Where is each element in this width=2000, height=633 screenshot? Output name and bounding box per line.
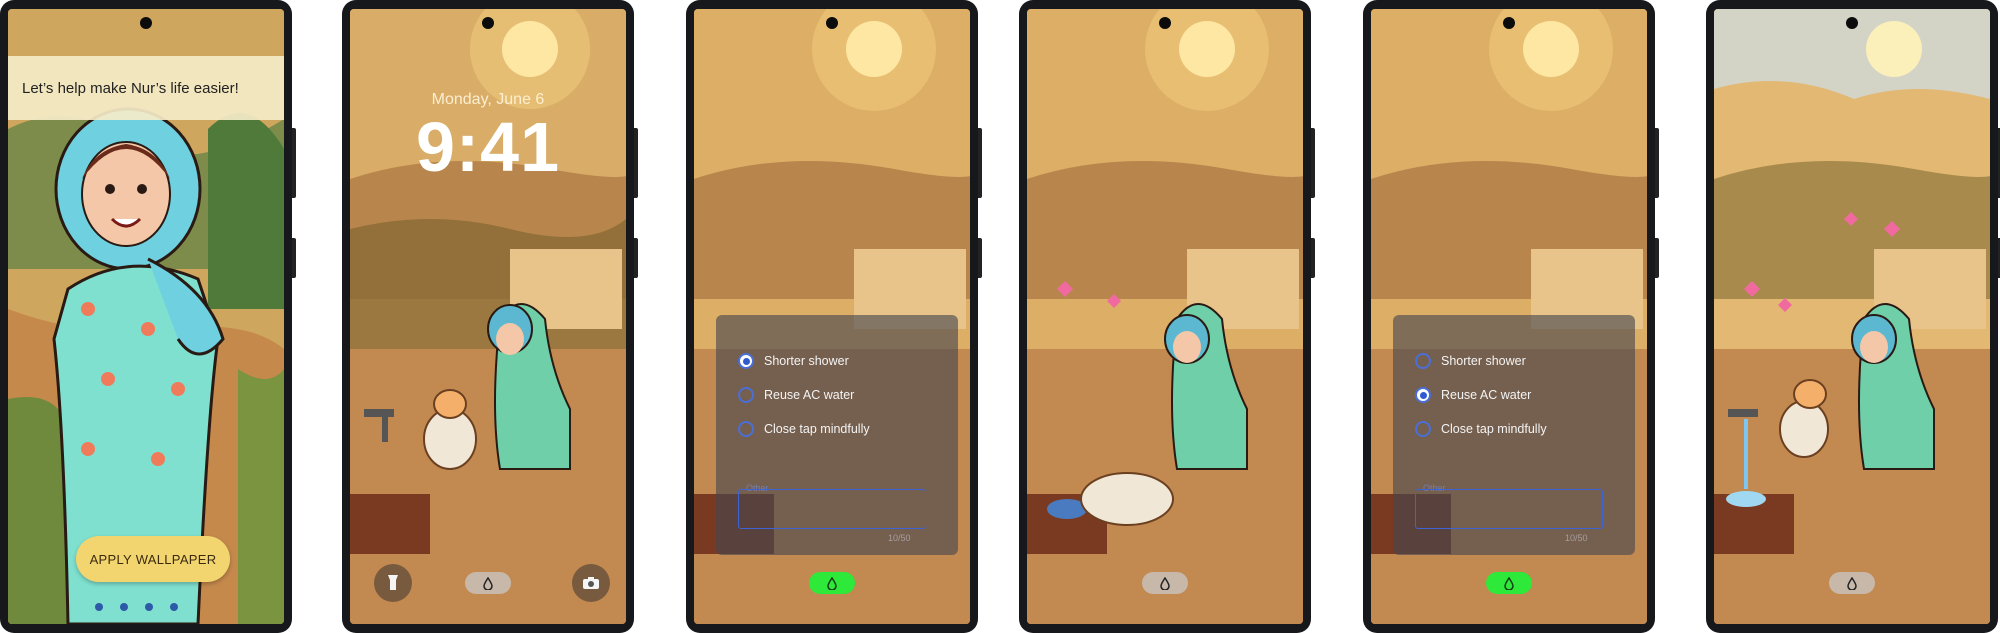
option-label: Reuse AC water: [764, 388, 855, 402]
options-screen: Shorter shower Reuse AC water Close tap …: [1371, 9, 1647, 624]
phone-options-1: Shorter shower Reuse AC water Close tap …: [686, 0, 982, 633]
phone-options-2: Shorter shower Reuse AC water Close tap …: [1363, 0, 1659, 633]
option-reuse-ac-water[interactable]: Reuse AC water: [738, 387, 854, 403]
apply-wallpaper-button[interactable]: APPLY WALLPAPER: [76, 536, 230, 582]
lockscreen-time: 9:41: [415, 108, 561, 186]
page-dot[interactable]: [95, 603, 103, 611]
option-close-tap[interactable]: Close tap mindfully: [1415, 421, 1547, 437]
option-reuse-ac-water[interactable]: Reuse AC water: [1415, 387, 1531, 403]
water-drop-icon: [483, 576, 493, 590]
front-camera: [140, 17, 152, 29]
option-label: Shorter shower: [764, 354, 849, 368]
water-drop-icon: [1847, 576, 1857, 590]
onboarding-banner: Let’s help make Nur’s life easier!: [8, 56, 284, 120]
option-label: Close tap mindfully: [1441, 422, 1547, 436]
water-saving-options-panel: Shorter shower Reuse AC water Close tap …: [716, 315, 958, 555]
radio-button[interactable]: [738, 387, 754, 403]
options-screen: Shorter shower Reuse AC water Close tap …: [694, 9, 970, 624]
water-drop-icon: [1160, 576, 1170, 590]
result-screen: [1027, 9, 1303, 624]
front-camera: [1846, 17, 1858, 29]
water-drop-icon: [1504, 576, 1514, 590]
result-screen: [1714, 9, 1990, 624]
wallpaper-illustration: [1027, 9, 1303, 624]
flashlight-icon[interactable]: [374, 564, 412, 602]
water-drop-shortcut[interactable]: [465, 572, 511, 594]
page-dot[interactable]: [145, 603, 153, 611]
phone-result-2: [1706, 0, 2000, 633]
water-saving-options-panel: Shorter shower Reuse AC water Close tap …: [1393, 315, 1635, 555]
option-label: Reuse AC water: [1441, 388, 1532, 402]
option-close-tap[interactable]: Close tap mindfully: [738, 421, 870, 437]
water-drop-icon: [827, 576, 837, 590]
front-camera: [1503, 17, 1515, 29]
page-dot[interactable]: [170, 603, 178, 611]
page-indicator: [95, 603, 178, 611]
character-counter: 10/50: [1565, 533, 1588, 543]
custom-option-input[interactable]: [1415, 489, 1603, 529]
page-dot[interactable]: [120, 603, 128, 611]
water-drop-shortcut[interactable]: [1829, 572, 1875, 594]
phone-result-1: [1019, 0, 1315, 633]
phone-onboarding: Let’s help make Nur’s life easier! APPLY…: [0, 0, 296, 633]
water-drop-shortcut[interactable]: [1142, 572, 1188, 594]
radio-button[interactable]: [1415, 421, 1431, 437]
water-drop-shortcut-active[interactable]: [1486, 572, 1532, 594]
camera-icon[interactable]: [572, 564, 610, 602]
radio-button[interactable]: [738, 353, 754, 369]
option-shorter-shower[interactable]: Shorter shower: [1415, 353, 1526, 369]
custom-option-input[interactable]: [738, 489, 926, 529]
water-drop-shortcut-active[interactable]: [809, 572, 855, 594]
front-camera: [826, 17, 838, 29]
radio-button[interactable]: [1415, 387, 1431, 403]
option-shorter-shower[interactable]: Shorter shower: [738, 353, 849, 369]
lock-screen: Monday, June 6 9:41: [350, 9, 626, 624]
phone-lockscreen: Monday, June 6 9:41: [342, 0, 638, 633]
character-counter: 10/50: [888, 533, 911, 543]
onboarding-screen: Let’s help make Nur’s life easier! APPLY…: [8, 9, 284, 624]
front-camera: [1159, 17, 1171, 29]
radio-button[interactable]: [1415, 353, 1431, 369]
radio-button[interactable]: [738, 421, 754, 437]
option-label: Shorter shower: [1441, 354, 1526, 368]
front-camera: [482, 17, 494, 29]
wallpaper-illustration: [1714, 9, 1990, 624]
option-label: Close tap mindfully: [764, 422, 870, 436]
